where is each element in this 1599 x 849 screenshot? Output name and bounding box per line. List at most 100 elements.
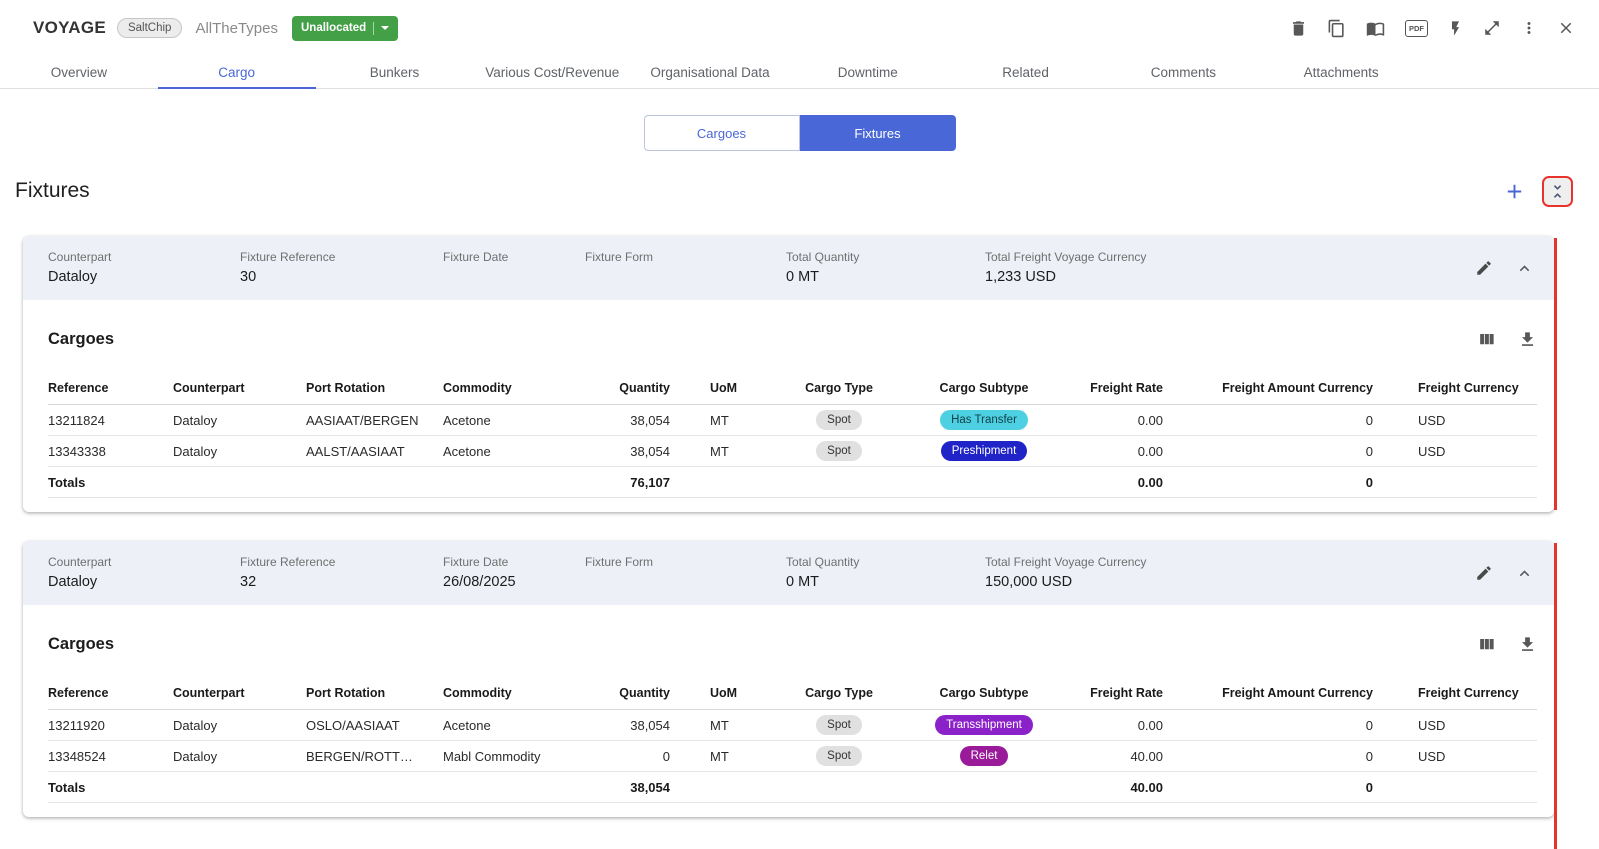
tab-organisational-data[interactable]: Organisational Data bbox=[631, 56, 789, 88]
cell-port-rotation: BERGEN/ROTT… bbox=[306, 749, 443, 764]
edit-fixture-icon[interactable] bbox=[1475, 564, 1493, 582]
fixture-card: CounterpartDataloy Fixture Reference32 F… bbox=[23, 541, 1554, 817]
bolt-icon[interactable] bbox=[1447, 19, 1464, 38]
cell-freight-currency: USD bbox=[1381, 749, 1537, 764]
tab-related[interactable]: Related bbox=[947, 56, 1105, 88]
cargoes-table: Reference Counterpart Port Rotation Comm… bbox=[48, 676, 1537, 817]
window-titlebar: VOYAGE SaltChip AllTheTypes Unallocated … bbox=[0, 0, 1599, 56]
chevron-down-icon bbox=[381, 26, 389, 30]
field-value bbox=[585, 269, 786, 286]
field-label: Counterpart bbox=[48, 250, 240, 264]
totals-freight-amount-currency: 0 bbox=[1171, 780, 1381, 795]
field-value: Dataloy bbox=[48, 269, 240, 286]
totals-row: Totals 76,107 0.00 0 bbox=[48, 467, 1537, 498]
delete-icon[interactable] bbox=[1289, 19, 1308, 38]
annotation-line bbox=[1554, 238, 1557, 510]
totals-quantity: 76,107 bbox=[560, 475, 678, 490]
totals-label: Totals bbox=[48, 780, 173, 795]
cell-reference: 13211824 bbox=[48, 413, 173, 428]
annotation-line bbox=[1554, 543, 1557, 849]
cargo-subtype-chip: Relet bbox=[960, 746, 1009, 766]
field-label: Fixture Form bbox=[585, 555, 786, 569]
download-icon[interactable] bbox=[1518, 330, 1537, 349]
cargo-row[interactable]: 13343338 Dataloy AALST/AASIAAT Acetone 3… bbox=[48, 436, 1537, 467]
cell-cargo-type: Spot bbox=[778, 441, 908, 461]
compare-book-icon[interactable] bbox=[1365, 19, 1386, 38]
field-value: 32 bbox=[240, 574, 443, 591]
section-title: Fixtures bbox=[15, 179, 90, 203]
cargoes-section-header: Cargoes bbox=[23, 605, 1554, 654]
cell-counterpart: Dataloy bbox=[173, 413, 306, 428]
columns-icon[interactable] bbox=[1477, 330, 1496, 349]
cell-freight-currency: USD bbox=[1381, 413, 1537, 428]
col-header: Freight Currency bbox=[1381, 381, 1537, 395]
col-header: Cargo Subtype bbox=[908, 381, 1068, 395]
collapse-all-button[interactable] bbox=[1542, 176, 1573, 207]
cargo-subtype-chip: Has Transfer bbox=[940, 410, 1028, 430]
tab-cargo[interactable]: Cargo bbox=[158, 56, 316, 88]
field-label: Total Freight Voyage Currency bbox=[985, 555, 1245, 569]
cargo-type-chip: Spot bbox=[816, 746, 862, 766]
col-header: UoM bbox=[678, 686, 778, 700]
col-header: Commodity bbox=[443, 381, 560, 395]
cell-freight-rate: 0.00 bbox=[1068, 718, 1171, 733]
col-header: Cargo Type bbox=[778, 381, 908, 395]
close-icon[interactable] bbox=[1557, 19, 1575, 37]
field-label: Fixture Reference bbox=[240, 250, 443, 264]
cell-freight-currency: USD bbox=[1381, 718, 1537, 733]
fixture-card: CounterpartDataloy Fixture Reference30 F… bbox=[23, 236, 1554, 512]
copy-icon[interactable] bbox=[1327, 19, 1346, 38]
field-value: 150,000 USD bbox=[985, 574, 1245, 591]
cell-cargo-type: Spot bbox=[778, 746, 908, 766]
columns-icon[interactable] bbox=[1477, 635, 1496, 654]
cell-quantity: 38,054 bbox=[560, 413, 678, 428]
cell-counterpart: Dataloy bbox=[173, 444, 306, 459]
cell-commodity: Acetone bbox=[443, 718, 560, 733]
tab-comments[interactable]: Comments bbox=[1104, 56, 1262, 88]
cargo-type-chip: Spot bbox=[816, 441, 862, 461]
toggle-fixtures[interactable]: Fixtures bbox=[800, 115, 956, 151]
cargo-row[interactable]: 13211824 Dataloy AASIAAT/BERGEN Acetone … bbox=[48, 405, 1537, 436]
tab-downtime[interactable]: Downtime bbox=[789, 56, 947, 88]
col-header: Port Rotation bbox=[306, 686, 443, 700]
more-vert-icon[interactable] bbox=[1520, 19, 1538, 37]
totals-quantity: 38,054 bbox=[560, 780, 678, 795]
col-header: Counterpart bbox=[173, 686, 306, 700]
cargo-row[interactable]: 13211920 Dataloy OSLO/AASIAAT Acetone 38… bbox=[48, 710, 1537, 741]
allocation-status-label: Unallocated bbox=[301, 22, 366, 34]
field-value: 1,233 USD bbox=[985, 269, 1245, 286]
add-fixture-button[interactable] bbox=[1503, 180, 1526, 203]
download-icon[interactable] bbox=[1518, 635, 1537, 654]
cell-freight-currency: USD bbox=[1381, 444, 1537, 459]
cell-reference: 13211920 bbox=[48, 718, 173, 733]
col-header: Freight Amount Currency bbox=[1171, 381, 1381, 395]
tab-attachments[interactable]: Attachments bbox=[1262, 56, 1420, 88]
field-value bbox=[585, 574, 786, 591]
field-label: Fixture Date bbox=[443, 250, 585, 264]
expand-fullscreen-icon[interactable] bbox=[1483, 19, 1501, 37]
cell-quantity: 0 bbox=[560, 749, 678, 764]
col-header: Reference bbox=[48, 381, 173, 395]
cargo-subtype-chip: Transshipment bbox=[935, 715, 1033, 735]
collapse-card-icon[interactable] bbox=[1515, 259, 1534, 278]
field-value bbox=[443, 269, 585, 286]
tab-overview[interactable]: Overview bbox=[0, 56, 158, 88]
unfold-less-icon bbox=[1548, 182, 1567, 201]
collapse-card-icon[interactable] bbox=[1515, 564, 1534, 583]
pdf-export-icon[interactable]: PDF bbox=[1405, 20, 1428, 37]
toggle-cargoes[interactable]: Cargoes bbox=[644, 115, 800, 151]
cell-freight-rate: 0.00 bbox=[1068, 444, 1171, 459]
tab-bunkers[interactable]: Bunkers bbox=[316, 56, 474, 88]
edit-fixture-icon[interactable] bbox=[1475, 259, 1493, 277]
totals-label: Totals bbox=[48, 475, 173, 490]
field-value: Dataloy bbox=[48, 574, 240, 591]
tab-various-cost-revenue[interactable]: Various Cost/Revenue bbox=[473, 56, 631, 88]
totals-freight-rate: 0.00 bbox=[1068, 475, 1171, 490]
col-header: Freight Amount Currency bbox=[1171, 686, 1381, 700]
view-toggle: Cargoes Fixtures bbox=[0, 115, 1599, 151]
field-value: 0 MT bbox=[786, 269, 985, 286]
cargo-row[interactable]: 13348524 Dataloy BERGEN/ROTT… Mabl Commo… bbox=[48, 741, 1537, 772]
cell-uom: MT bbox=[678, 444, 778, 459]
cell-port-rotation: AASIAAT/BERGEN bbox=[306, 413, 443, 428]
allocation-status-button[interactable]: Unallocated bbox=[292, 16, 398, 41]
